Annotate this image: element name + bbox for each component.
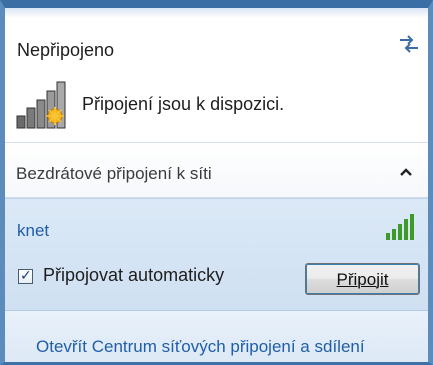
- auto-connect-label[interactable]: Připojovat automaticky: [43, 265, 224, 286]
- connect-button[interactable]: Připojit: [305, 263, 420, 295]
- section-label: Bezdrátové připojení k síti: [16, 164, 212, 183]
- flyout-top-strip: [5, 8, 428, 18]
- signal-strength-icon: [386, 214, 414, 240]
- open-network-center-link[interactable]: Otevřít Centrum síťových připojení a sdí…: [36, 337, 365, 357]
- check-icon: ✓: [20, 267, 32, 283]
- chevron-up-icon[interactable]: [399, 167, 413, 177]
- network-available-icon: [16, 81, 66, 129]
- availability-row: Připojení jsou k dispozici.: [5, 74, 428, 132]
- flyout-footer: Otevřít Centrum síťových připojení a sdí…: [5, 311, 428, 362]
- status-title: Nepřipojeno: [17, 40, 115, 60]
- auto-connect-checkbox[interactable]: ✓: [18, 267, 33, 284]
- wireless-section-header[interactable]: Bezdrátové připojení k síti: [5, 143, 428, 198]
- network-item-knet[interactable]: knet ✓ Připojovat automaticky Připojit: [5, 198, 428, 311]
- network-flyout: Nepřipojeno Připojení jsou k dispozici. …: [0, 0, 433, 365]
- connection-status-row: Nepřipojeno: [5, 18, 428, 70]
- connect-button-label: Připojit: [336, 270, 389, 289]
- network-name: knet: [17, 221, 50, 240]
- refresh-icon[interactable]: [397, 32, 421, 56]
- availability-text: Připojení jsou k dispozici.: [82, 94, 285, 114]
